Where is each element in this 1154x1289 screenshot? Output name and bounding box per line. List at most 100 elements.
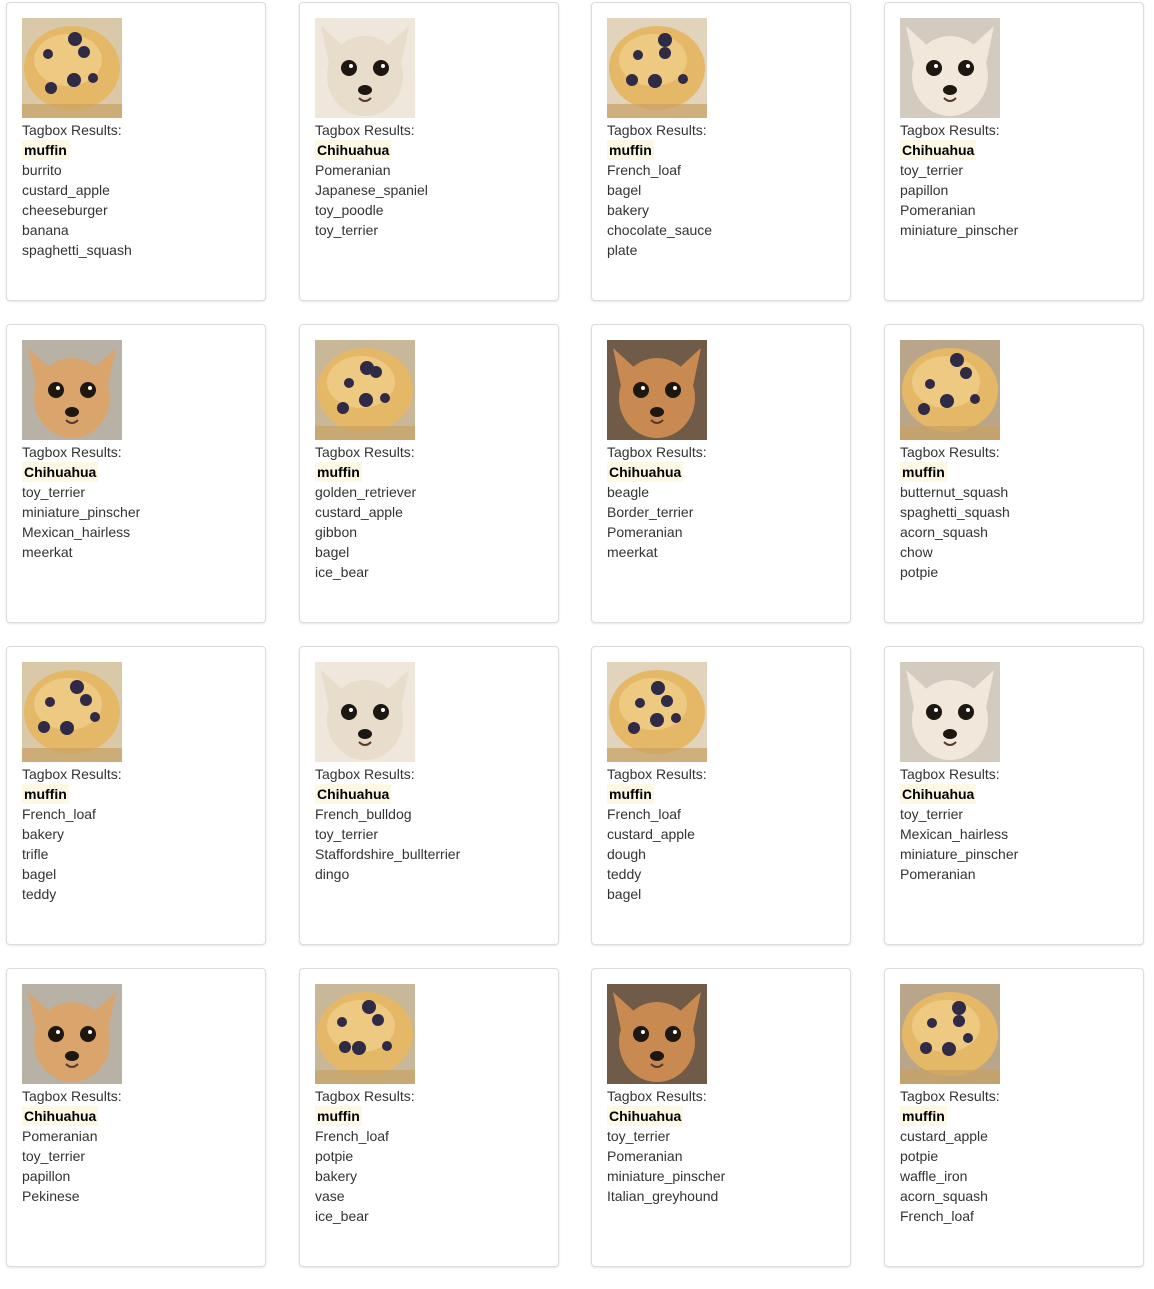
tag-label: chow	[900, 544, 933, 560]
tagbox-results: Tagbox Results: Chihuahua toy_terrier Mexic…	[900, 764, 1018, 884]
result-card: Tagbox Results: Chihuahua beagle Border_ter…	[591, 324, 851, 623]
tag-label: French_loaf	[900, 1208, 974, 1224]
tag-label: custard_apple	[315, 504, 403, 520]
result-card: Tagbox Results: muffin French_loaf custard_…	[591, 646, 851, 945]
muffin-image	[22, 18, 122, 118]
tag-label: toy_poodle	[315, 202, 384, 218]
tag-label: meerkat	[607, 544, 658, 560]
tag-label: bagel	[607, 182, 642, 198]
tag-label: French_loaf	[607, 806, 681, 822]
results-heading: Tagbox Results:	[900, 444, 1000, 460]
tag-label: spaghetti_squash	[900, 504, 1010, 520]
tagbox-results: Tagbox Results: Chihuahua toy_terrier minia…	[22, 442, 140, 562]
tag-label: plate	[607, 242, 638, 258]
chihuahua-image	[607, 984, 707, 1084]
tag-label: Pomeranian	[900, 866, 976, 882]
tagbox-results: Tagbox Results: Chihuahua Pomeranian Japane…	[315, 120, 428, 240]
results-heading: Tagbox Results:	[22, 122, 122, 138]
muffin-image	[315, 984, 415, 1084]
results-heading: Tagbox Results:	[900, 122, 1000, 138]
tag-label: gibbon	[315, 524, 358, 540]
tagbox-results: Tagbox Results: Chihuahua Pomeranian toy_te…	[22, 1086, 122, 1206]
tag-label: acorn_squash	[900, 1188, 988, 1204]
top-tag: Chihuahua	[607, 1106, 684, 1126]
result-card: Tagbox Results: muffin burrito custard_appl…	[6, 2, 266, 301]
results-heading: Tagbox Results:	[22, 766, 122, 782]
tagbox-results: Tagbox Results: Chihuahua beagle Border_ter…	[607, 442, 707, 562]
result-card: Tagbox Results: Chihuahua Pomeranian toy_te…	[6, 968, 266, 1267]
result-card: Tagbox Results: muffin custard_apple potpie…	[884, 968, 1144, 1267]
tag-label: ice_bear	[315, 1208, 369, 1224]
tag-label: toy_terrier	[900, 806, 964, 822]
tag-label: Pomeranian	[22, 1128, 98, 1144]
tag-label: Pomeranian	[900, 202, 976, 218]
tagbox-results: Tagbox Results: muffin custard_apple potpie…	[900, 1086, 1000, 1226]
tagbox-results: Tagbox Results: muffin golden_retriever cus…	[315, 442, 416, 582]
tag-label: vase	[315, 1188, 345, 1204]
tag-label: miniature_pinscher	[22, 504, 141, 520]
tag-label: Pekinese	[22, 1188, 80, 1204]
tag-label: meerkat	[22, 544, 73, 560]
tagbox-results: Tagbox Results: Chihuahua toy_terrier Pomer…	[607, 1086, 725, 1206]
tag-label: miniature_pinscher	[607, 1168, 726, 1184]
results-grid: Tagbox Results: muffin burrito custard_appl…	[0, 0, 1154, 1289]
tagbox-results: Tagbox Results: muffin French_loaf potpie ba…	[315, 1086, 415, 1226]
tag-label: custard_apple	[22, 182, 110, 198]
top-tag: Chihuahua	[315, 140, 392, 160]
tag-label: cheeseburger	[22, 202, 108, 218]
tag-label: golden_retriever	[315, 484, 417, 500]
muffin-image	[607, 18, 707, 118]
muffin-image	[900, 340, 1000, 440]
tag-label: Mexican_hairless	[22, 524, 131, 540]
tag-label: teddy	[607, 866, 642, 882]
top-tag: Chihuahua	[22, 1106, 99, 1126]
tagbox-results: Tagbox Results: muffin French_loaf bagel bak…	[607, 120, 712, 260]
muffin-image	[22, 662, 122, 762]
top-tag: muffin	[22, 140, 69, 160]
tag-label: miniature_pinscher	[900, 846, 1019, 862]
tag-label: Staffordshire_bullterrier	[315, 846, 461, 862]
result-card: Tagbox Results: muffin butternut_squash spa…	[884, 324, 1144, 623]
top-tag: Chihuahua	[900, 140, 977, 160]
results-heading: Tagbox Results:	[22, 1088, 122, 1104]
result-card: Tagbox Results: Chihuahua Pomeranian Japane…	[299, 2, 559, 301]
top-tag: muffin	[22, 784, 69, 804]
tag-label: miniature_pinscher	[900, 222, 1019, 238]
chihuahua-image	[315, 662, 415, 762]
tag-label: bagel	[607, 886, 642, 902]
tag-label: French_loaf	[315, 1128, 389, 1144]
result-card: Tagbox Results: muffin French_loaf potpie ba…	[299, 968, 559, 1267]
tagbox-results: Tagbox Results: Chihuahua toy_terrier papil…	[900, 120, 1018, 240]
tag-label: bakery	[315, 1168, 358, 1184]
results-heading: Tagbox Results:	[607, 766, 707, 782]
tag-label: beagle	[607, 484, 650, 500]
chihuahua-image	[900, 18, 1000, 118]
tag-label: custard_apple	[607, 826, 695, 842]
top-tag: muffin	[607, 784, 654, 804]
result-card: Tagbox Results: muffin golden_retriever cus…	[299, 324, 559, 623]
tag-label: bagel	[315, 544, 350, 560]
tag-label: burrito	[22, 162, 62, 178]
tag-label: bakery	[22, 826, 65, 842]
tag-label: toy_terrier	[22, 484, 86, 500]
top-tag: muffin	[900, 462, 947, 482]
results-heading: Tagbox Results:	[315, 766, 415, 782]
tag-label: waffle_iron	[900, 1168, 968, 1184]
tag-label: toy_terrier	[315, 826, 379, 842]
tag-label: French_loaf	[22, 806, 96, 822]
tag-label: ice_bear	[315, 564, 369, 580]
top-tag: Chihuahua	[315, 784, 392, 804]
top-tag: muffin	[315, 462, 362, 482]
tagbox-results: Tagbox Results: muffin French_loaf custard_…	[607, 764, 707, 904]
top-tag: Chihuahua	[900, 784, 977, 804]
tag-label: Mexican_hairless	[900, 826, 1009, 842]
results-heading: Tagbox Results:	[900, 766, 1000, 782]
tag-label: toy_terrier	[22, 1148, 86, 1164]
result-card: Tagbox Results: Chihuahua toy_terrier papil…	[884, 2, 1144, 301]
tag-label: trifle	[22, 846, 49, 862]
tag-label: dingo	[315, 866, 350, 882]
result-card: Tagbox Results: Chihuahua French_bulldog to…	[299, 646, 559, 945]
tag-label: French_loaf	[607, 162, 681, 178]
results-heading: Tagbox Results:	[315, 1088, 415, 1104]
result-card: Tagbox Results: muffin French_loafbakery tr…	[6, 646, 266, 945]
